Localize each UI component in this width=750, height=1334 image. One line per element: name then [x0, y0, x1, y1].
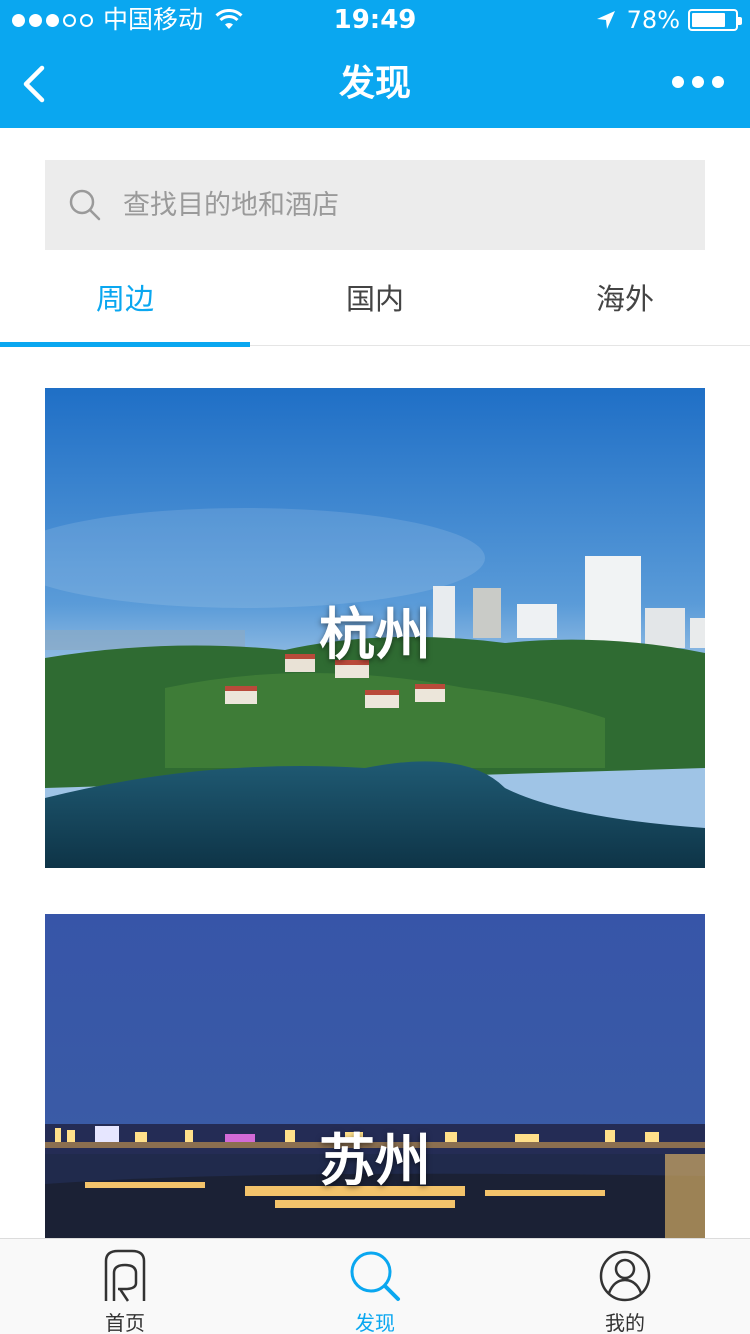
battery-icon [688, 9, 742, 31]
tab-nearby[interactable]: 周边 [0, 258, 250, 347]
tabbar-item-home[interactable]: 首页 [0, 1239, 250, 1334]
tabbar-label: 我的 [605, 1311, 645, 1334]
search-bar[interactable] [45, 160, 705, 250]
destination-title: 苏州 [319, 1129, 431, 1194]
search-icon [350, 1251, 400, 1301]
top-bar: 中国移动 19:49 78% 发现 [0, 0, 750, 128]
battery-fill [692, 13, 725, 27]
tabbar-item-mine[interactable]: 我的 [500, 1239, 750, 1334]
category-tabs: 周边 国内 海外 [0, 258, 750, 347]
more-dot [712, 76, 724, 88]
status-right: 78% [595, 6, 742, 34]
destination-card-hangzhou[interactable]: 杭州 [45, 388, 705, 868]
destination-list[interactable]: 杭州 苏州 [0, 347, 750, 1238]
tab-domestic[interactable]: 国内 [250, 258, 500, 346]
battery-percentage: 78% [626, 6, 680, 34]
tabbar-label: 发现 [355, 1311, 395, 1334]
destination-title: 杭州 [319, 603, 431, 668]
page-title: 发现 [338, 63, 411, 104]
tabbar-label: 首页 [105, 1311, 145, 1334]
tab-overseas[interactable]: 海外 [500, 258, 750, 346]
navigation-bar: 发现 [0, 40, 750, 128]
search-icon [69, 189, 101, 221]
tabbar-item-discover[interactable]: 发现 [250, 1239, 500, 1334]
more-icon[interactable] [672, 76, 724, 88]
more-dot [672, 76, 684, 88]
home-icon [104, 1249, 146, 1302]
more-dot [692, 76, 704, 88]
status-bar: 中国移动 19:49 78% [0, 0, 750, 40]
search-input[interactable] [123, 189, 683, 221]
destination-card-suzhou[interactable]: 苏州 [45, 914, 705, 1238]
user-icon [599, 1250, 651, 1302]
location-arrow-icon [596, 11, 615, 29]
bottom-tab-bar: 首页 发现 我的 [0, 1238, 750, 1334]
